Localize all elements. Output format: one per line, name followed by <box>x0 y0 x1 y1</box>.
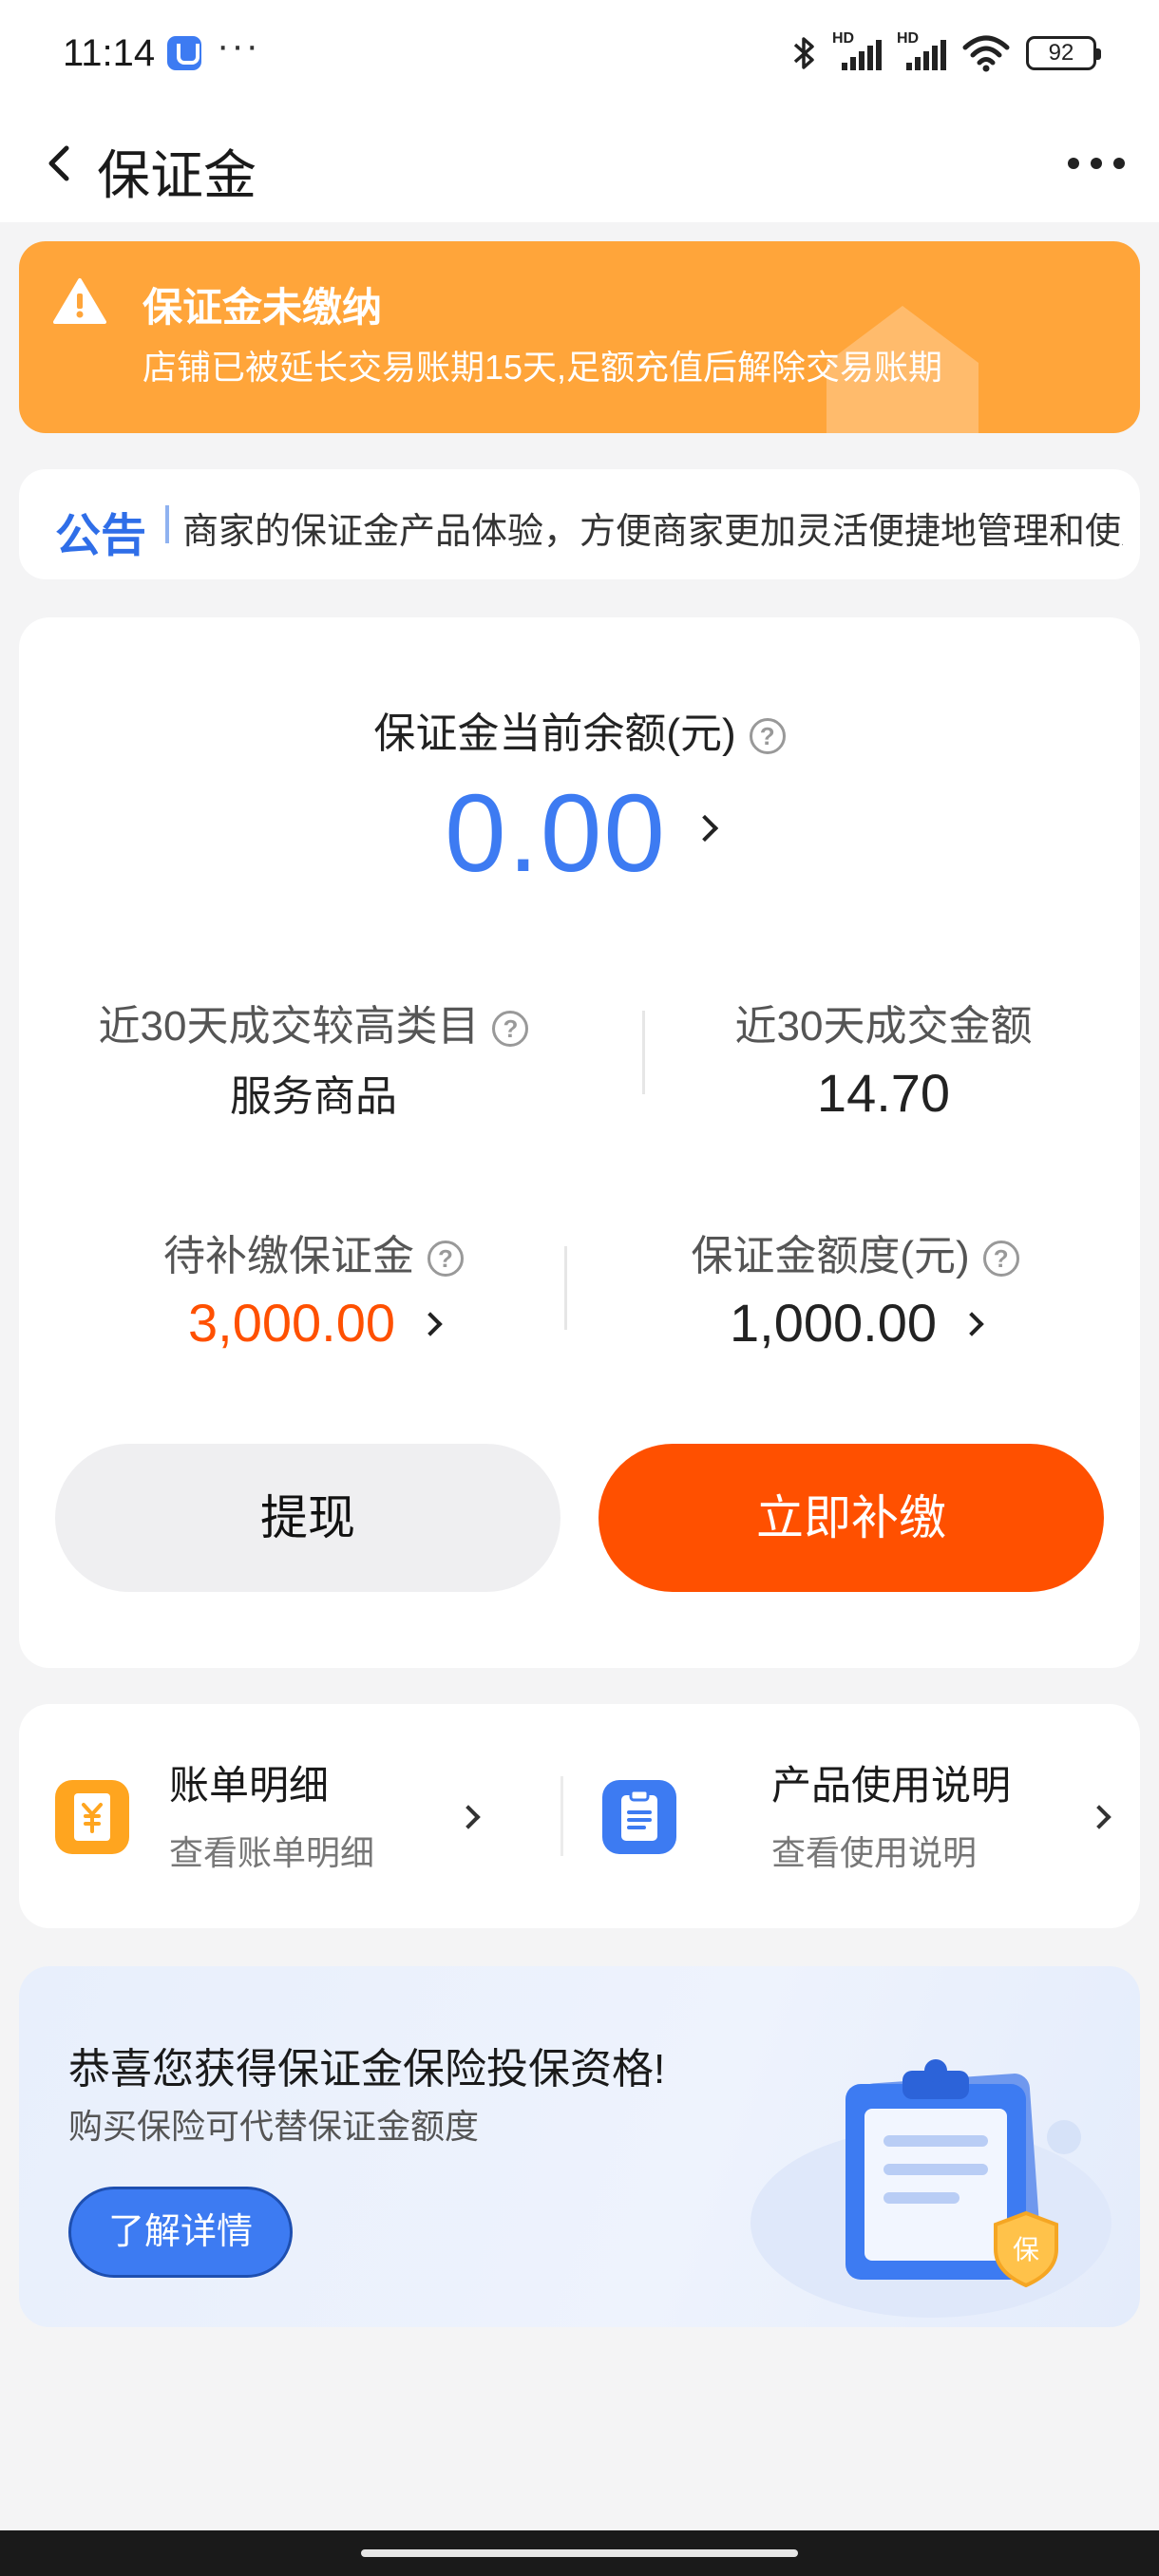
bill-details-subtitle: 查看账单明细 <box>169 1833 375 1872</box>
product-guide-link[interactable]: 产品使用说明 查看使用说明 <box>602 1704 1140 1928</box>
top-category-label: 近30天成交较高类目 <box>98 1003 480 1050</box>
chevron-right-icon[interactable] <box>1087 1805 1112 1829</box>
battery-icon: 92 <box>1026 36 1101 70</box>
top-category-value: 服务商品 <box>230 1073 397 1120</box>
warning-title: 保证金未缴纳 <box>142 285 383 330</box>
deposit-summary-card: 保证金当前余额(元)? 0.00 近30天成交较高类目? 服务商品 近30天成交… <box>19 617 1140 1668</box>
help-icon[interactable]: ? <box>749 718 786 755</box>
warning-description: 店铺已被延长交易账期15天,足额充值后解除交易账期 <box>142 348 943 387</box>
warning-icon <box>53 278 106 324</box>
bill-details-link[interactable]: 账单明细 查看账单明细 <box>19 1704 551 1928</box>
cellular-signal-icon-2: HD <box>897 30 946 72</box>
insurance-promo-card: 恭喜您获得保证金保险投保资格! 购买保险可代替保证金额度 了解详情 保 <box>19 1966 1140 2327</box>
deal-amount-label: 近30天成交金额 <box>734 1003 1033 1050</box>
top-category-stat: 近30天成交较高类目? 服务商品 <box>57 992 570 1123</box>
chevron-right-icon[interactable] <box>456 1805 481 1829</box>
status-bar: 11:14 ··· HD HD 92 <box>0 0 1159 106</box>
deposit-quota-label: 保证金额度(元) <box>691 1233 970 1279</box>
chevron-right-icon[interactable] <box>691 814 719 843</box>
more-options-icon[interactable] <box>1068 144 1125 182</box>
announcement-bar[interactable]: 公告 商家的保证金产品体验，方便商家更加灵活便捷地管理和使用 <box>19 469 1140 579</box>
help-icon[interactable]: ? <box>428 1241 464 1278</box>
bluetooth-icon <box>793 37 814 69</box>
announcement-divider <box>165 505 169 543</box>
announcement-text: 商家的保证金产品体验，方便商家更加灵活便捷地管理和使用 <box>182 512 1123 552</box>
balance-label-row: 保证金当前余额(元)? <box>19 699 1140 760</box>
deal-amount-stat: 近30天成交金额 14.70 <box>665 992 1102 1124</box>
pending-deposit-stat[interactable]: 待补缴保证金? 3,000.00 <box>57 1222 570 1354</box>
learn-more-button[interactable]: 了解详情 <box>68 2187 293 2278</box>
insurance-title: 恭喜您获得保证金保险投保资格! <box>68 2046 666 2093</box>
page-title: 保证金 <box>97 145 256 205</box>
bill-icon <box>55 1780 129 1854</box>
pending-deposit-value[interactable]: 3,000.00 <box>188 1293 395 1353</box>
balance-value[interactable]: 0.00 <box>445 771 667 895</box>
back-arrow-icon[interactable] <box>40 142 82 184</box>
nav-bar: 保证金 <box>0 106 1159 222</box>
product-guide-title: 产品使用说明 <box>771 1763 1012 1808</box>
announcement-label: 公告 <box>55 511 147 561</box>
chevron-right-icon[interactable] <box>960 1312 984 1336</box>
links-divider <box>560 1776 563 1856</box>
wifi-icon <box>962 35 1010 72</box>
status-icons: HD HD 92 <box>792 28 1101 78</box>
help-icon[interactable]: ? <box>492 1011 529 1048</box>
chevron-right-icon[interactable] <box>418 1312 443 1336</box>
deposit-quota-value[interactable]: 1,000.00 <box>730 1293 937 1353</box>
insurance-clipboard-illustration: 保 <box>750 2059 1112 2318</box>
balance-label: 保证金当前余额(元) <box>373 710 736 757</box>
deposit-quota-stat[interactable]: 保证金额度(元)? 1,000.00 <box>598 1222 1112 1354</box>
more-notifications-icon: ··· <box>217 25 260 66</box>
insurance-subtitle: 购买保险可代替保证金额度 <box>68 2107 480 2146</box>
deal-amount-value: 14.70 <box>816 1063 951 1123</box>
status-time: 11:14 <box>63 32 156 74</box>
product-guide-subtitle: 查看使用说明 <box>771 1833 978 1872</box>
stat-divider <box>642 1011 645 1094</box>
cellular-signal-icon: HD <box>832 30 882 72</box>
withdraw-button[interactable]: 提现 <box>55 1444 560 1592</box>
home-indicator[interactable] <box>361 2549 798 2557</box>
document-icon <box>602 1780 676 1854</box>
pay-now-button[interactable]: 立即补缴 <box>598 1444 1104 1592</box>
pending-deposit-label: 待补缴保证金 <box>163 1233 414 1279</box>
bill-details-title: 账单明细 <box>169 1763 330 1808</box>
deposit-unpaid-banner: 保证金未缴纳 店铺已被延长交易账期15天,足额充值后解除交易账期 <box>19 241 1140 433</box>
balance-row[interactable]: 0.00 <box>19 769 1140 897</box>
system-navigation-bar <box>0 2530 1159 2576</box>
help-icon[interactable]: ? <box>982 1241 1019 1278</box>
shield-text: 保 <box>1013 2234 1039 2265</box>
app-notification-icon <box>167 36 201 70</box>
quick-links-card: 账单明细 查看账单明细 产品使用说明 查看使用说明 <box>19 1704 1140 1928</box>
stat-divider <box>564 1246 567 1330</box>
